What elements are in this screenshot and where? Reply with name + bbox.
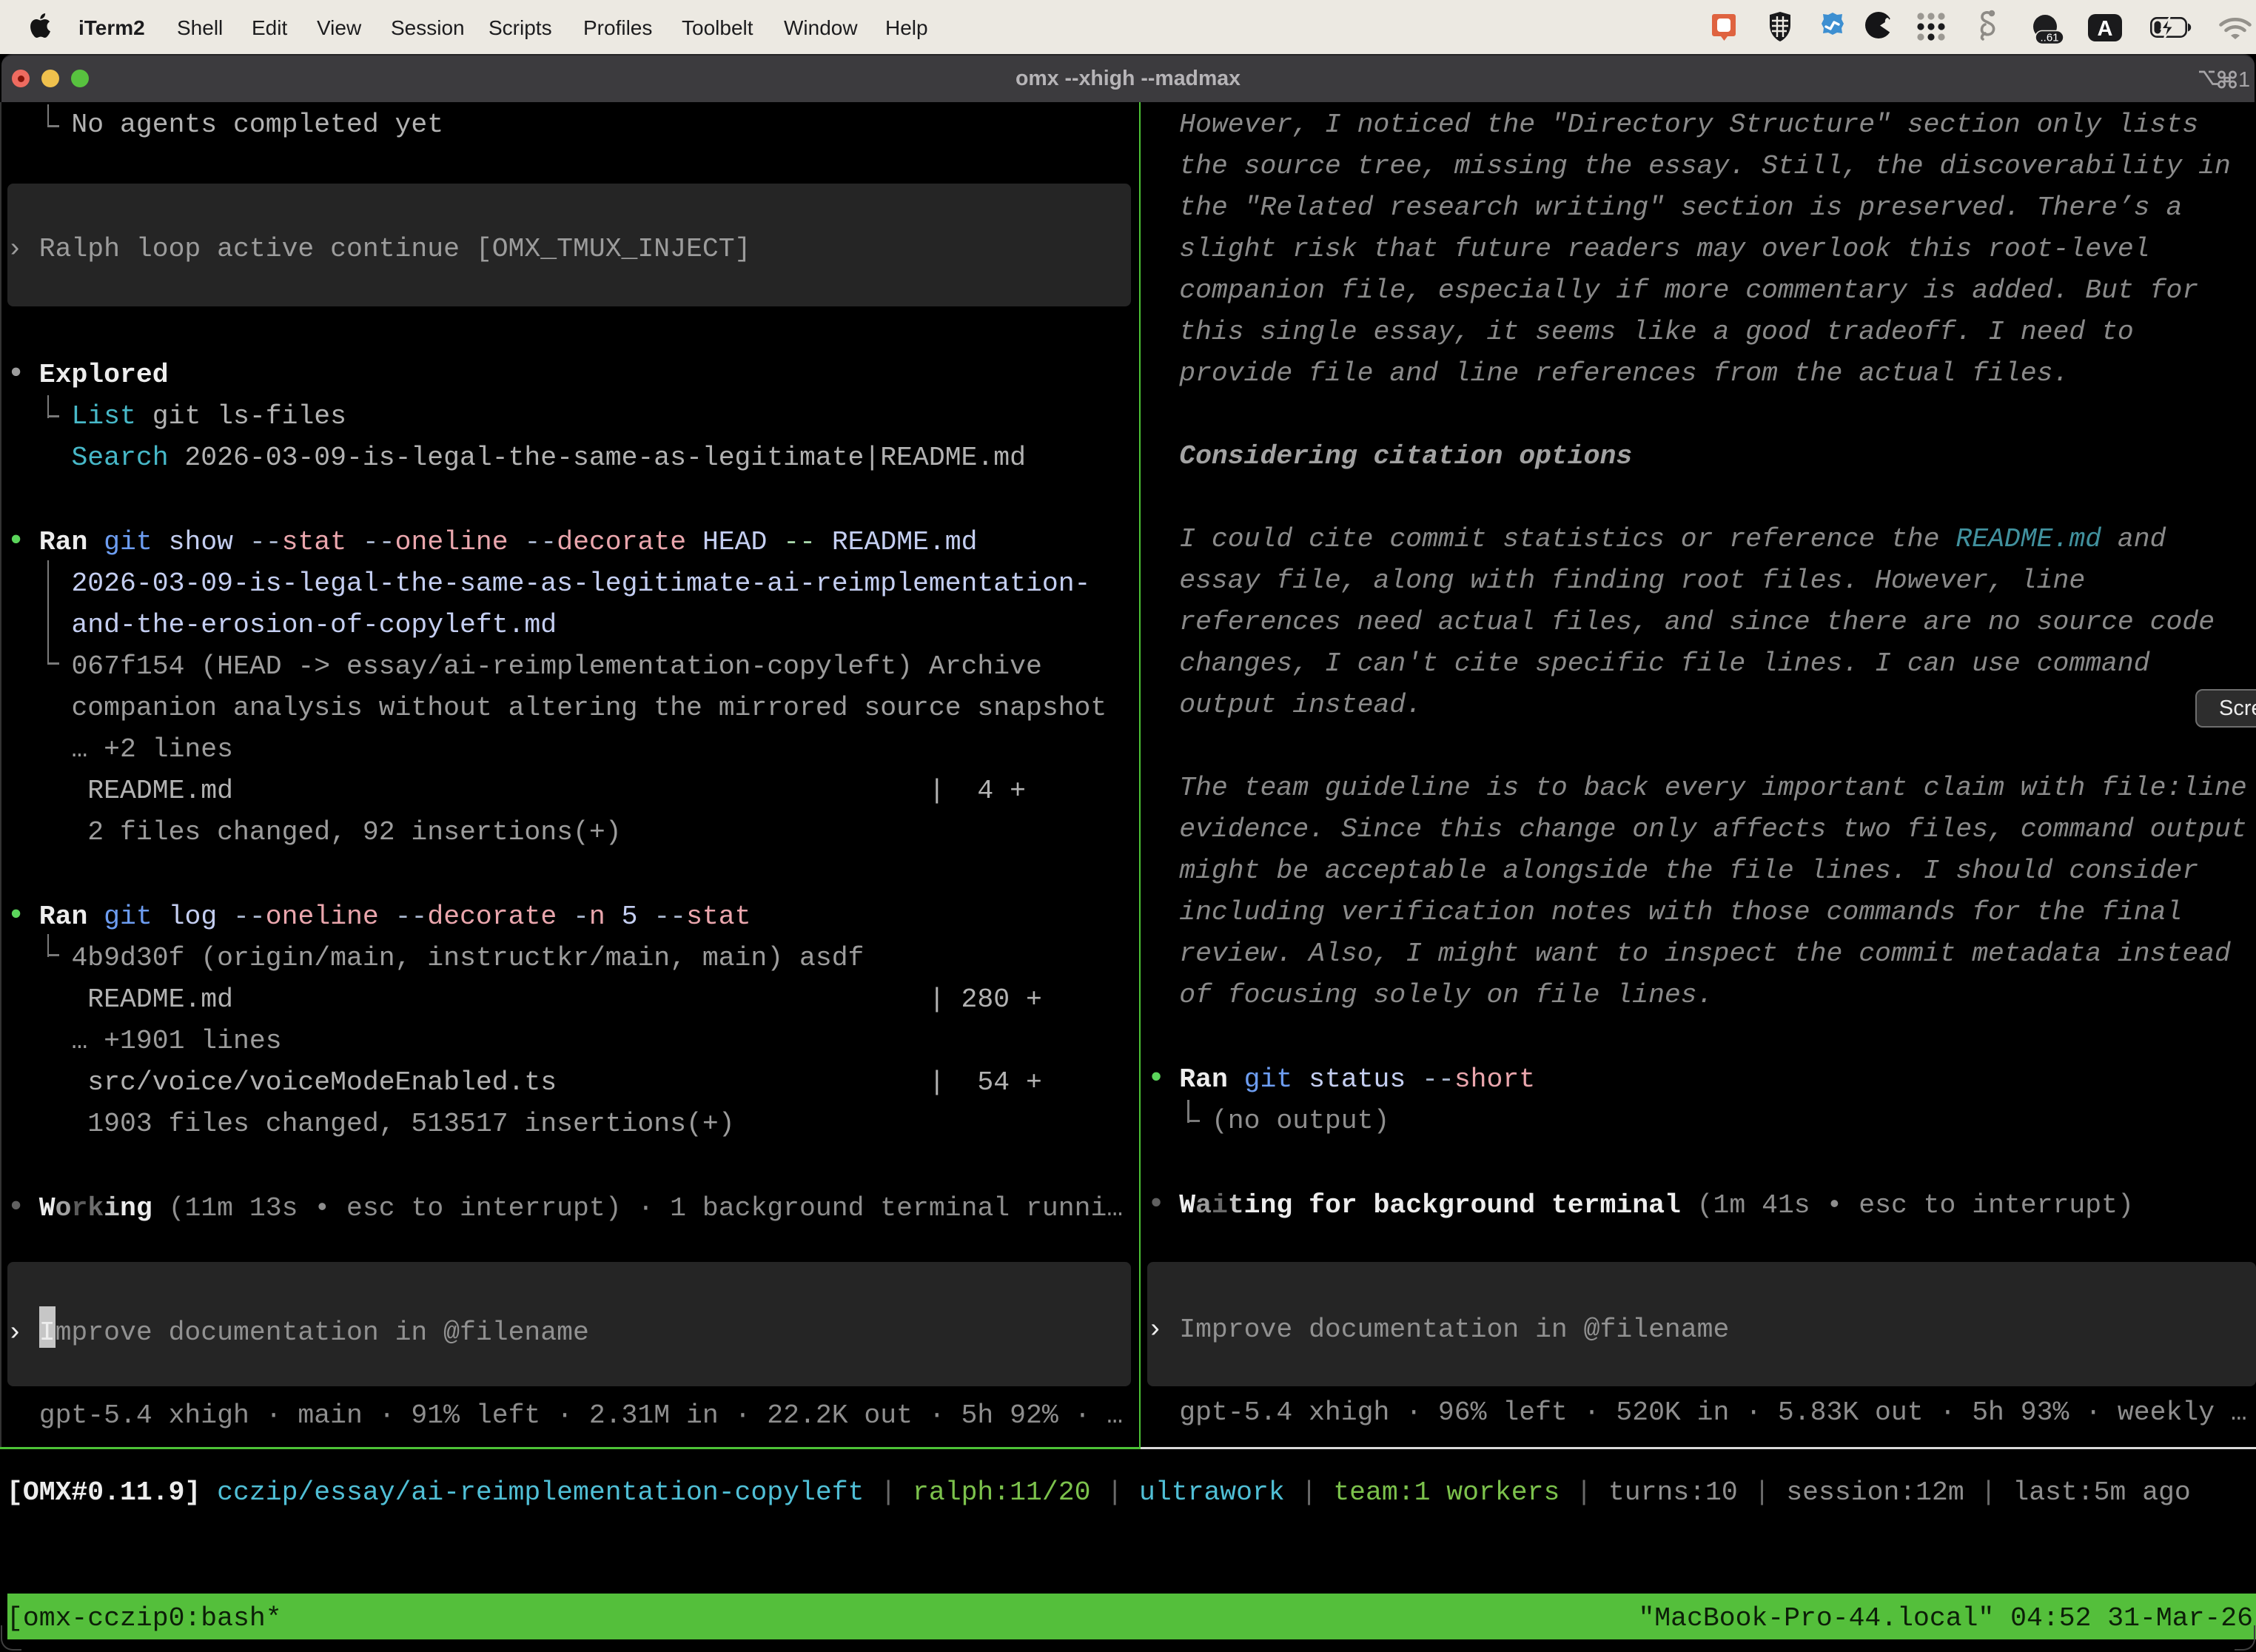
svg-text:..61: ..61 bbox=[2040, 32, 2058, 44]
svg-text:A: A bbox=[2098, 17, 2113, 41]
svg-text:1: 1 bbox=[2238, 68, 2250, 90]
